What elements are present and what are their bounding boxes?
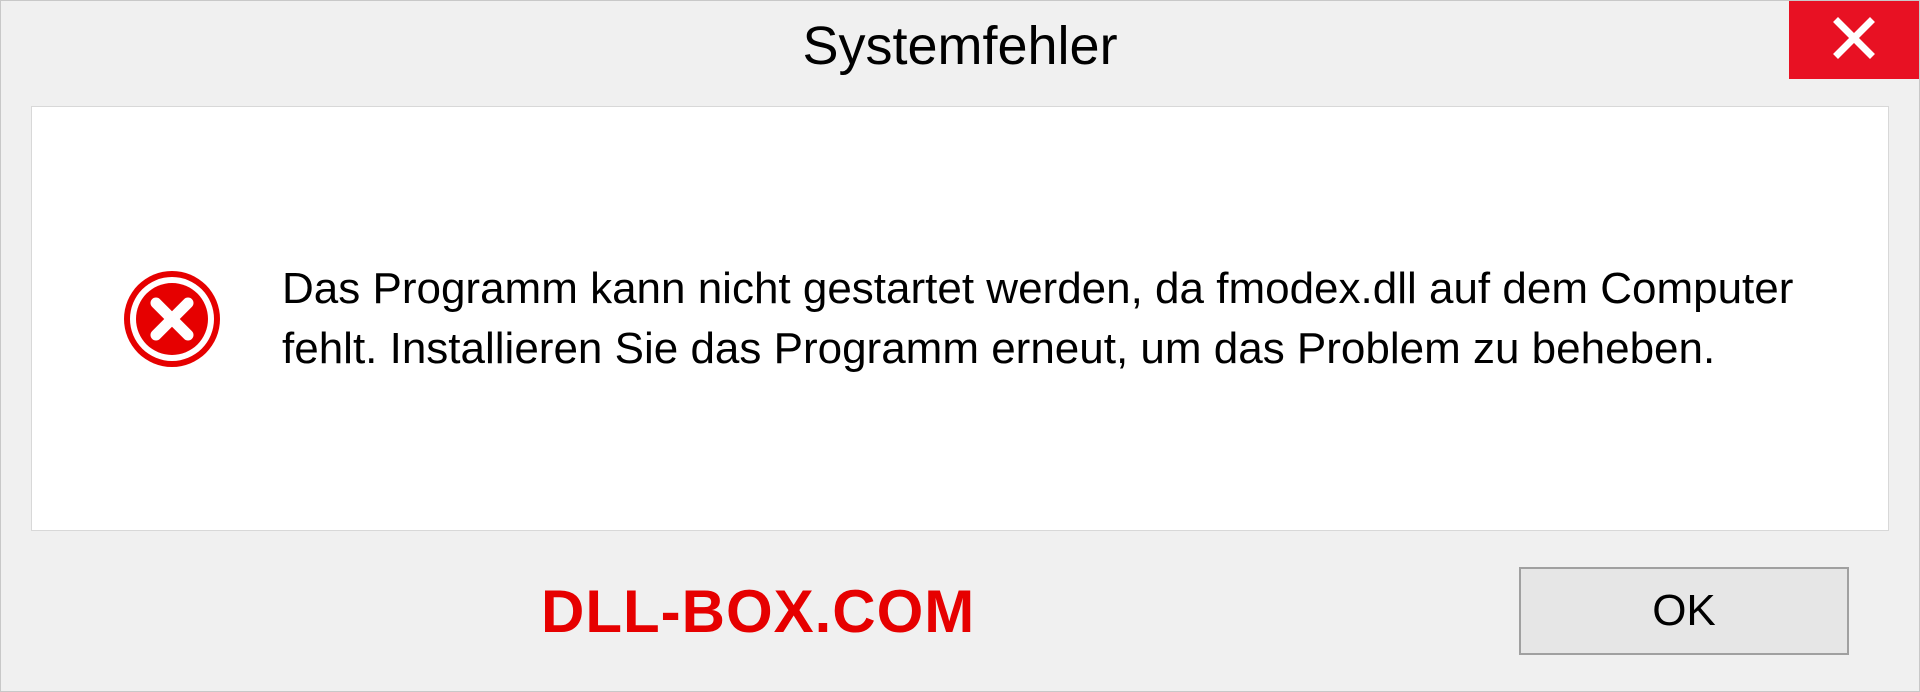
- close-button[interactable]: [1789, 1, 1919, 79]
- ok-button[interactable]: OK: [1519, 567, 1849, 655]
- error-message: Das Programm kann nicht gestartet werden…: [282, 259, 1828, 378]
- error-dialog: Systemfehler Das Programm kann nicht ges…: [0, 0, 1920, 692]
- close-icon: [1832, 16, 1876, 65]
- content-area: Das Programm kann nicht gestartet werden…: [31, 106, 1889, 531]
- error-icon: [122, 269, 222, 369]
- titlebar: Systemfehler: [1, 1, 1919, 91]
- watermark-text: DLL-BOX.COM: [541, 577, 975, 646]
- dialog-title: Systemfehler: [802, 15, 1117, 77]
- dialog-footer: DLL-BOX.COM OK: [1, 531, 1919, 691]
